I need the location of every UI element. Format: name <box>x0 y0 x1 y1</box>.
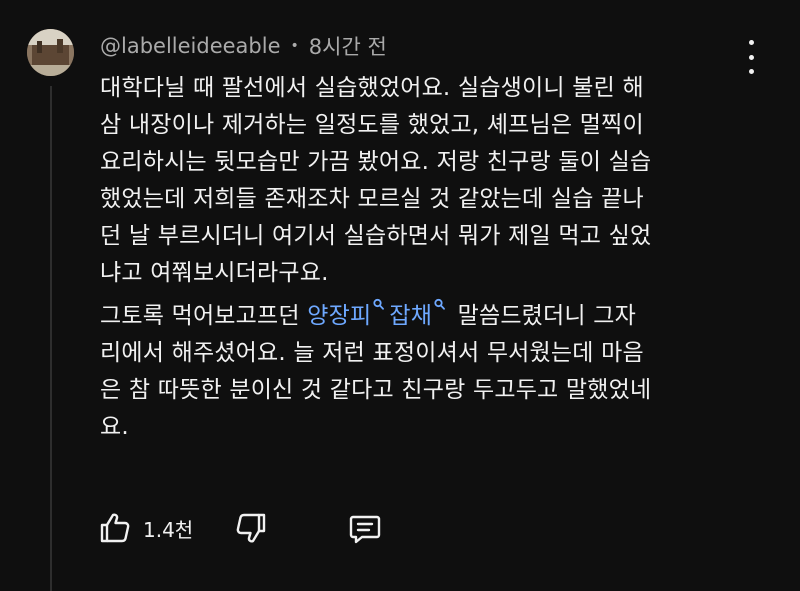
thumbs-down-icon <box>236 513 266 543</box>
reply-button[interactable] <box>347 510 383 546</box>
comment-header: @labelleideeable • 8시간 전 <box>100 31 387 61</box>
comment-time[interactable]: 8시간 전 <box>309 31 387 61</box>
comment-thread: @labelleideeable • 8시간 전 대학다닐 때 팔선에서 실습했… <box>0 0 800 591</box>
comment-line: 리에서 해주셨어요. 늘 저런 표정이셔서 무서웠는데 마음 <box>100 340 644 366</box>
comment-line: 했었는데 저희들 존재조차 모르실 것 같았는데 실습 끝나 <box>100 186 644 212</box>
comment-text: 말씀드렸더니 그자 <box>450 303 636 329</box>
comment-line: 냐고 여쭤보시더라구요. <box>100 260 329 286</box>
more-vert-icon[interactable] <box>740 40 762 74</box>
comment-actions: 1.4천 <box>97 508 383 548</box>
comment-line: 은 참 따뜻한 분이신 것 같다고 친구랑 두고두고 말했었네 <box>100 377 652 403</box>
search-icon <box>434 298 445 310</box>
reply-comment-icon <box>350 515 381 544</box>
search-icon <box>373 298 385 310</box>
comment-line: 던 날 부르시더니 여기서 실습하면서 뭐가 제일 먹고 싶었 <box>100 223 652 249</box>
dislike-button[interactable] <box>233 510 269 546</box>
thread-line <box>50 86 52 591</box>
avatar[interactable] <box>27 29 74 76</box>
comment-line: 대학다닐 때 팔선에서 실습했었어요. 실습생이니 불린 해 <box>100 75 644 101</box>
search-link-japchae[interactable]: 잡채 <box>389 298 450 329</box>
comment-text: 그토록 먹어보고프던 <box>100 303 308 329</box>
like-button[interactable]: 1.4천 <box>97 510 193 546</box>
comment-line: 요리하시는 뒷모습만 가끔 봤어요. 저랑 친구랑 둘이 실습 <box>100 149 652 175</box>
thumbs-up-icon <box>100 513 130 543</box>
comment-body: 대학다닐 때 팔선에서 실습했었어요. 실습생이니 불린 해 삼 내장이나 제거… <box>100 70 760 446</box>
comment-line: 요. <box>100 414 129 440</box>
like-count: 1.4천 <box>143 517 194 542</box>
comment-line-with-links: 그토록 먹어보고프던 양장피 잡채 말씀드렸더니 그자 <box>100 298 760 335</box>
meta-separator: • <box>290 38 299 54</box>
search-link-yangjangpi[interactable]: 양장피 <box>307 298 389 329</box>
author-name[interactable]: @labelleideeable <box>100 34 281 58</box>
comment-line: 삼 내장이나 제거하는 일정도를 했었고, 셰프님은 멀찍이 <box>100 112 644 138</box>
avatar-image <box>27 29 74 76</box>
